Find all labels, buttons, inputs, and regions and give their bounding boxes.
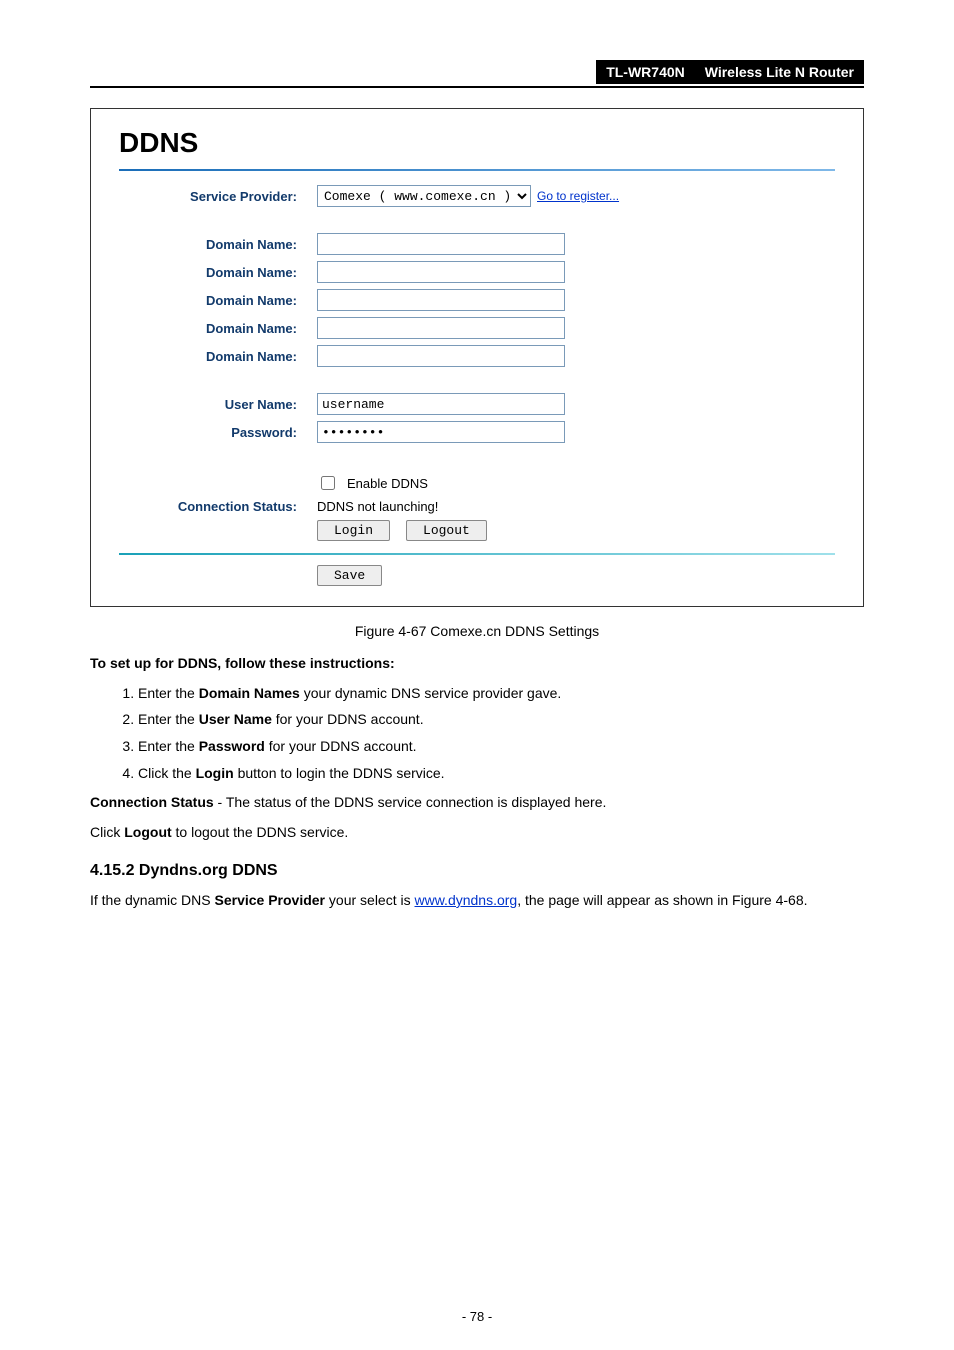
- domain-name-input-5[interactable]: [317, 345, 565, 367]
- password-label: Password:: [119, 425, 317, 440]
- header-product: Wireless Lite N Router: [695, 60, 864, 84]
- connection-status-label: Connection Status:: [119, 499, 317, 514]
- step-2: Enter the User Name for your DDNS accoun…: [138, 709, 864, 731]
- domain-name-label-3: Domain Name:: [119, 293, 317, 308]
- dyndns-link[interactable]: www.dyndns.org: [415, 892, 518, 908]
- domain-name-input-2[interactable]: [317, 261, 565, 283]
- domain-name-label-1: Domain Name:: [119, 237, 317, 252]
- step-1: Enter the Domain Names your dynamic DNS …: [138, 683, 864, 705]
- login-button[interactable]: Login: [317, 520, 390, 541]
- service-provider-label: Service Provider:: [119, 189, 317, 204]
- logout-desc: Click Logout to logout the DDNS service.: [90, 822, 864, 844]
- domain-name-label-4: Domain Name:: [119, 321, 317, 336]
- logout-button[interactable]: Logout: [406, 520, 487, 541]
- page-number: - 78 -: [0, 1309, 954, 1324]
- step-4: Click the Login button to login the DDNS…: [138, 763, 864, 785]
- panel-title: DDNS: [119, 127, 835, 159]
- subsection-heading: 4.15.2 Dyndns.org DDNS: [90, 862, 864, 880]
- domain-name-input-4[interactable]: [317, 317, 565, 339]
- domain-name-input-3[interactable]: [317, 289, 565, 311]
- save-button[interactable]: Save: [317, 565, 382, 586]
- user-name-input[interactable]: [317, 393, 565, 415]
- password-input[interactable]: [317, 421, 565, 443]
- enable-ddns-label: Enable DDNS: [347, 476, 428, 491]
- go-to-register-link[interactable]: Go to register...: [537, 189, 619, 203]
- service-provider-select[interactable]: Comexe ( www.comexe.cn ): [317, 185, 531, 207]
- header-model: TL-WR740N: [596, 60, 695, 84]
- ddns-panel: DDNS Service Provider: Comexe ( www.come…: [90, 108, 864, 607]
- step-3: Enter the Password for your DDNS account…: [138, 736, 864, 758]
- connection-status-value: DDNS not launching!: [317, 499, 438, 514]
- dyndns-paragraph: If the dynamic DNS Service Provider your…: [90, 890, 864, 912]
- separator-top: [119, 169, 835, 171]
- connection-status-desc: Connection Status - The status of the DD…: [90, 792, 864, 814]
- instructions-heading: To set up for DDNS, follow these instruc…: [90, 655, 395, 671]
- separator-bottom: [119, 553, 835, 555]
- enable-ddns-checkbox[interactable]: [321, 476, 335, 490]
- user-name-label: User Name:: [119, 397, 317, 412]
- domain-name-input-1[interactable]: [317, 233, 565, 255]
- figure-caption: Figure 4-67 Comexe.cn DDNS Settings: [90, 623, 864, 639]
- domain-name-label-5: Domain Name:: [119, 349, 317, 364]
- domain-name-label-2: Domain Name:: [119, 265, 317, 280]
